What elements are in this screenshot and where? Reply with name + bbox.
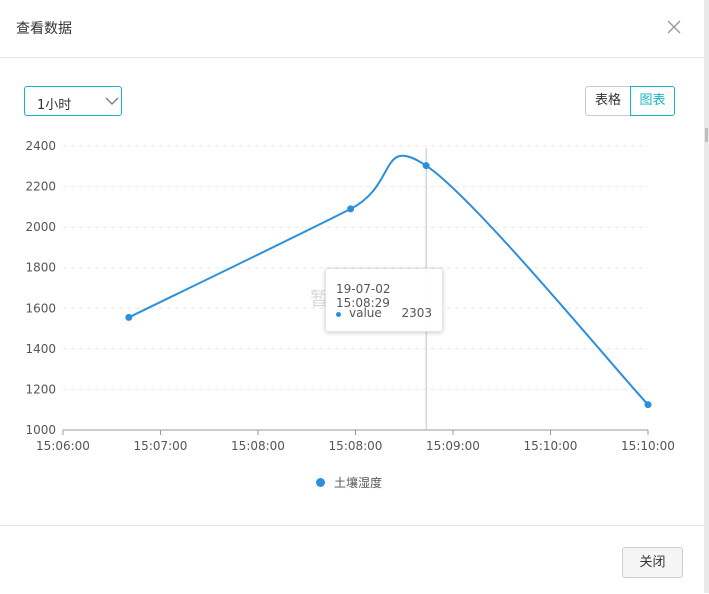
tooltip-series-label: value	[349, 306, 382, 320]
time-range-select[interactable]: 1小时	[24, 86, 122, 116]
scrollbar-mark	[705, 128, 708, 142]
table-view-button[interactable]: 表格	[585, 86, 631, 116]
dialog-title: 查看数据	[16, 21, 72, 37]
y-tick-label: 1600	[25, 301, 56, 315]
x-tick-label: 15:10:00	[621, 439, 675, 453]
chart-tooltip: 19-07-02 15:08:29 value 2303	[325, 268, 443, 332]
y-tick-label: 1200	[25, 382, 56, 396]
close-button[interactable]: 关闭	[622, 547, 683, 578]
y-tick-label: 1800	[25, 261, 56, 275]
data-dialog: 查看数据 1小时 表格 图表 1000 1200 1400 1600 1800 2000 2…	[0, 0, 704, 593]
chevron-down-icon	[105, 97, 119, 105]
tooltip-value: 2303	[401, 306, 432, 320]
y-tick-label: 1400	[25, 342, 56, 356]
data-point	[422, 162, 430, 170]
dialog-footer: 关闭	[0, 525, 704, 594]
time-range-value: 1小时	[37, 98, 72, 113]
y-tick-label: 2200	[25, 180, 56, 194]
data-point	[125, 313, 133, 321]
dialog-header: 查看数据	[0, 0, 704, 58]
data-point	[644, 401, 652, 409]
tooltip-series-dot	[336, 312, 341, 317]
data-point	[347, 205, 355, 213]
x-tick-label: 15:08:00	[329, 439, 383, 453]
page-edge	[704, 0, 709, 593]
x-tick-label: 15:10:00	[524, 439, 578, 453]
y-tick-label: 2400	[25, 139, 56, 153]
x-tick-label: 15:07:00	[134, 439, 188, 453]
chart-view-button[interactable]: 图表	[630, 86, 675, 116]
y-tick-label: 2000	[25, 220, 56, 234]
x-tick-label: 15:09:00	[426, 439, 480, 453]
chart-legend[interactable]: 土壤湿度	[316, 474, 382, 490]
legend-label: 土壤湿度	[334, 475, 383, 490]
x-tick-label: 15:06:00	[36, 439, 90, 453]
legend-marker	[316, 477, 325, 487]
y-tick-label: 1000	[25, 423, 56, 437]
close-icon[interactable]	[664, 17, 684, 37]
x-tick-label: 15:08:00	[231, 439, 285, 453]
view-toggle: 表格 图表	[585, 86, 675, 116]
